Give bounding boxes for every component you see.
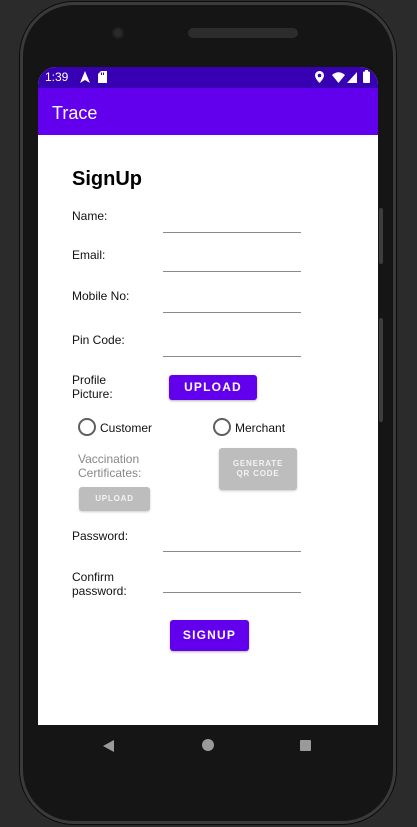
vaccination-label: Vaccination Certificates: — [78, 452, 141, 480]
app-screen: 1:39 Trace SignUp Name: Email: Mobile No… — [38, 67, 378, 725]
merchant-label: Merchant — [235, 421, 286, 435]
mobile-label: Mobile No: — [72, 289, 130, 303]
vaccination-label-line1: Vaccination — [78, 452, 140, 466]
email-field[interactable] — [163, 271, 301, 272]
navigation-bar — [38, 725, 378, 770]
confirm-line2: password: — [72, 584, 127, 598]
mobile-field[interactable] — [163, 312, 301, 313]
earpiece-speaker — [188, 28, 298, 38]
location-icon — [315, 71, 324, 83]
signup-button[interactable]: SIGNUP — [170, 620, 249, 651]
merchant-radio[interactable] — [213, 418, 231, 436]
volume-button — [379, 208, 383, 264]
home-icon[interactable] — [202, 739, 214, 751]
navigation-icon — [80, 71, 90, 83]
password-label: Password: — [72, 529, 129, 543]
app-title: Trace — [52, 103, 98, 123]
password-field[interactable] — [163, 551, 301, 552]
name-label: Name: — [72, 209, 108, 223]
generate-line2: QR CODE — [236, 469, 280, 478]
generate-qr-button[interactable]: GENERATE QR CODE — [219, 448, 297, 490]
battery-icon — [363, 70, 370, 83]
confirm-password-label: Confirm password: — [72, 570, 127, 598]
profile-picture-label: Profile Picture: — [72, 373, 113, 401]
upload-profile-button[interactable]: UPLOAD — [169, 375, 257, 400]
confirm-password-field[interactable] — [163, 592, 301, 593]
back-icon[interactable] — [103, 740, 114, 752]
profile-label-line2: Picture: — [72, 387, 113, 401]
profile-label-line1: Profile — [72, 373, 107, 387]
vaccination-label-line2: Certificates: — [78, 466, 142, 480]
pincode-label: Pin Code: — [72, 333, 125, 347]
wifi-icon — [332, 72, 345, 83]
status-time: 1:39 — [45, 70, 69, 84]
status-bar: 1:39 — [38, 67, 378, 88]
app-bar: Trace — [38, 88, 378, 135]
email-label: Email: — [72, 248, 106, 262]
customer-radio[interactable] — [78, 418, 96, 436]
generate-line1: GENERATE — [232, 459, 284, 468]
front-camera — [112, 27, 124, 39]
name-field[interactable] — [163, 232, 301, 233]
confirm-line1: Confirm — [72, 570, 115, 584]
signup-heading: SignUp — [72, 168, 142, 190]
signal-icon — [347, 72, 357, 83]
customer-label: Customer — [100, 421, 153, 435]
upload-certificate-button[interactable]: UPLOAD — [79, 487, 150, 511]
power-button — [379, 318, 383, 422]
recents-icon[interactable] — [300, 740, 311, 751]
sd-card-icon — [98, 71, 107, 83]
pincode-field[interactable] — [163, 356, 301, 357]
